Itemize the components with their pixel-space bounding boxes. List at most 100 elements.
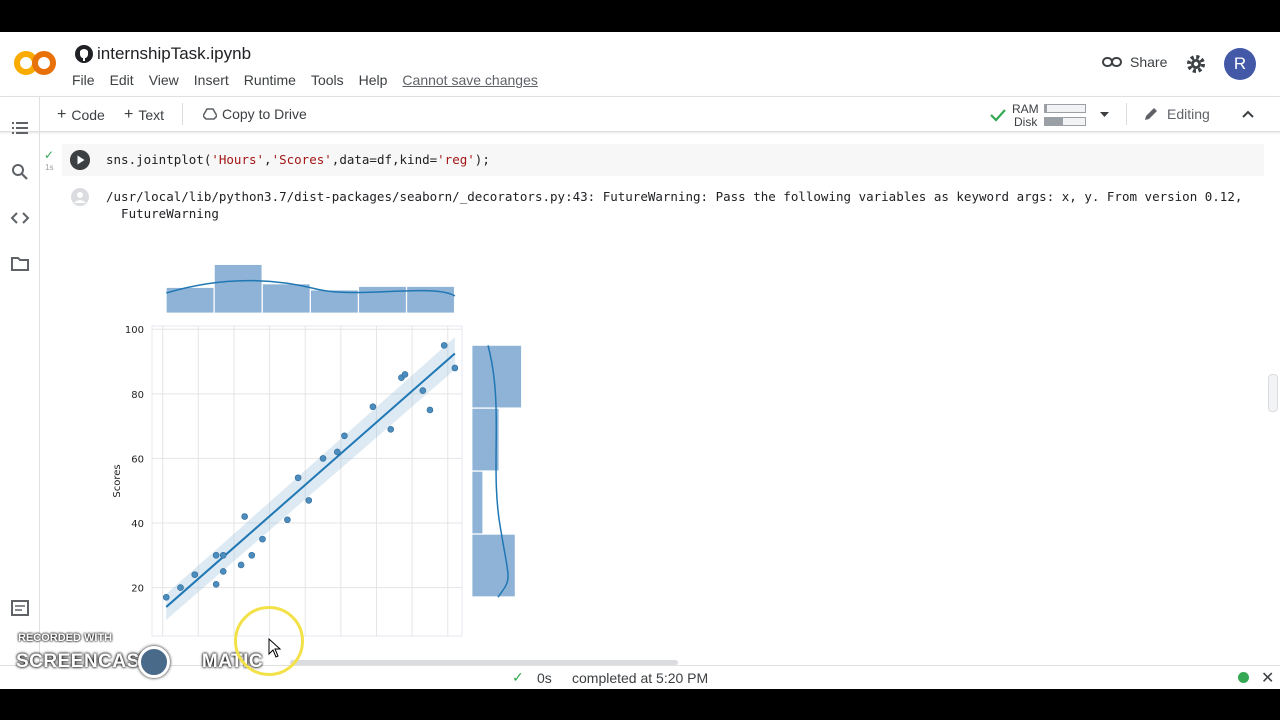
screencast-logo-icon bbox=[138, 646, 170, 678]
code-string: 'Hours' bbox=[211, 152, 265, 167]
drive-icon bbox=[203, 108, 217, 120]
menu-tools[interactable]: Tools bbox=[311, 72, 344, 88]
warning-output: /usr/local/lib/python3.7/dist-packages/s… bbox=[106, 188, 1264, 222]
copy-to-drive-label: Copy to Drive bbox=[222, 106, 307, 122]
menu-runtime[interactable]: Runtime bbox=[244, 72, 296, 88]
y-tick-label: 100 bbox=[125, 325, 144, 336]
y-axis-label: Scores bbox=[112, 464, 123, 497]
code-snippets-icon[interactable] bbox=[10, 208, 30, 228]
terminal-icon[interactable] bbox=[10, 598, 30, 618]
ram-bar-fill bbox=[1045, 105, 1048, 112]
add-text-label: Text bbox=[138, 107, 165, 123]
menu-bar: File Edit View Insert Runtime Tools Help… bbox=[72, 72, 553, 88]
y-tick-label: 60 bbox=[131, 454, 144, 465]
plus-icon: + bbox=[124, 106, 134, 123]
copy-to-drive-button[interactable]: Copy to Drive bbox=[203, 106, 307, 122]
cell-success-check-icon: ✓ bbox=[44, 148, 55, 162]
dropdown-arrow-icon[interactable] bbox=[1100, 112, 1109, 118]
editing-label: Editing bbox=[1167, 106, 1210, 122]
chevron-up-icon[interactable] bbox=[1242, 110, 1254, 118]
menu-insert[interactable]: Insert bbox=[194, 72, 229, 88]
folder-icon[interactable] bbox=[10, 254, 30, 274]
avatar[interactable]: R bbox=[1224, 48, 1256, 80]
code-token: ); bbox=[474, 152, 490, 167]
data-point bbox=[241, 513, 248, 520]
menu-help[interactable]: Help bbox=[359, 72, 388, 88]
ram-disk-indicator[interactable]: RAM Disk bbox=[988, 101, 1113, 129]
data-point bbox=[284, 516, 291, 524]
y-histogram-bar bbox=[471, 407, 500, 472]
data-point bbox=[419, 387, 427, 394]
ram-label: RAM bbox=[1012, 102, 1039, 116]
share-label: Share bbox=[1130, 54, 1168, 70]
data-point bbox=[212, 581, 220, 588]
cell-exec-time: 1s bbox=[45, 163, 54, 172]
link-icon bbox=[1102, 57, 1122, 67]
connection-status-icon bbox=[1238, 672, 1249, 683]
disk-bar-fill bbox=[1045, 118, 1063, 125]
colab-window: internshipTask.ipynb File Edit View Inse… bbox=[0, 32, 1280, 689]
data-point bbox=[319, 455, 327, 462]
data-point bbox=[426, 406, 434, 414]
disk-label: Disk bbox=[1014, 115, 1038, 129]
code-token: sns.jointplot( bbox=[106, 152, 212, 167]
y-histogram-bar bbox=[471, 344, 522, 409]
add-text-button[interactable]: + Text bbox=[124, 106, 164, 124]
code-token: , bbox=[264, 152, 272, 167]
data-point bbox=[237, 561, 245, 569]
add-code-button[interactable]: + Code bbox=[57, 106, 105, 124]
connected-check-icon bbox=[990, 109, 1006, 122]
gear-icon[interactable] bbox=[1186, 54, 1206, 74]
data-point bbox=[440, 342, 448, 349]
y-histogram-bar bbox=[471, 470, 484, 535]
notebook-title[interactable]: internshipTask.ipynb bbox=[97, 44, 251, 64]
data-point bbox=[341, 432, 348, 440]
status-time: 0s bbox=[537, 670, 552, 686]
warning-line: /usr/local/lib/python3.7/dist-packages/s… bbox=[106, 189, 1243, 204]
x-histogram-bar bbox=[262, 283, 311, 314]
data-point bbox=[451, 364, 459, 372]
data-point bbox=[219, 551, 227, 559]
watermark-top: RECORDED WITH bbox=[18, 632, 113, 644]
toolbar-divider bbox=[1126, 103, 1127, 125]
data-point bbox=[177, 584, 184, 591]
data-point bbox=[333, 448, 341, 456]
run-cell-button[interactable] bbox=[70, 150, 90, 170]
mouse-cursor-icon bbox=[268, 638, 282, 658]
data-point bbox=[369, 403, 377, 411]
menu-file[interactable]: File bbox=[72, 72, 95, 88]
watermark-word: SCREENCAST bbox=[16, 651, 152, 672]
menu-edit[interactable]: Edit bbox=[110, 72, 134, 88]
code-text[interactable]: sns.jointplot('Hours','Scores',data=df,k… bbox=[106, 152, 490, 167]
toolbar: + Code + Text Copy to Drive RAM Disk Edi… bbox=[0, 96, 1280, 132]
editing-mode-button[interactable]: Editing bbox=[1143, 106, 1210, 122]
colab-logo-icon[interactable] bbox=[14, 48, 56, 78]
data-point bbox=[219, 568, 227, 575]
close-icon[interactable]: ✕ bbox=[1261, 668, 1274, 688]
data-point bbox=[191, 571, 199, 578]
y-histogram-bar bbox=[471, 533, 516, 598]
plus-icon: + bbox=[57, 106, 67, 123]
table-of-contents-icon[interactable] bbox=[10, 118, 30, 138]
github-icon bbox=[75, 45, 93, 63]
data-point bbox=[248, 551, 256, 559]
ram-bar bbox=[1044, 104, 1086, 113]
sidebar bbox=[0, 96, 40, 689]
menu-view[interactable]: View bbox=[149, 72, 179, 88]
data-point bbox=[162, 593, 170, 601]
status-text[interactable]: completed at 5:20 PM bbox=[572, 670, 708, 686]
data-point bbox=[401, 371, 409, 378]
disk-bar bbox=[1044, 117, 1086, 126]
share-button[interactable]: Share bbox=[1102, 54, 1167, 70]
search-icon[interactable] bbox=[10, 162, 30, 182]
data-point bbox=[212, 551, 220, 559]
y-tick-label: 40 bbox=[131, 519, 144, 530]
output-menu-icon[interactable] bbox=[70, 187, 90, 207]
add-code-label: Code bbox=[71, 107, 105, 123]
y-tick-label: 20 bbox=[131, 584, 144, 595]
code-string: 'reg' bbox=[437, 152, 475, 167]
x-histogram-bar bbox=[310, 289, 359, 314]
y-tick-label: 80 bbox=[131, 390, 144, 401]
cannot-save-link[interactable]: Cannot save changes bbox=[402, 72, 537, 88]
vertical-scrollbar[interactable] bbox=[1268, 374, 1278, 412]
